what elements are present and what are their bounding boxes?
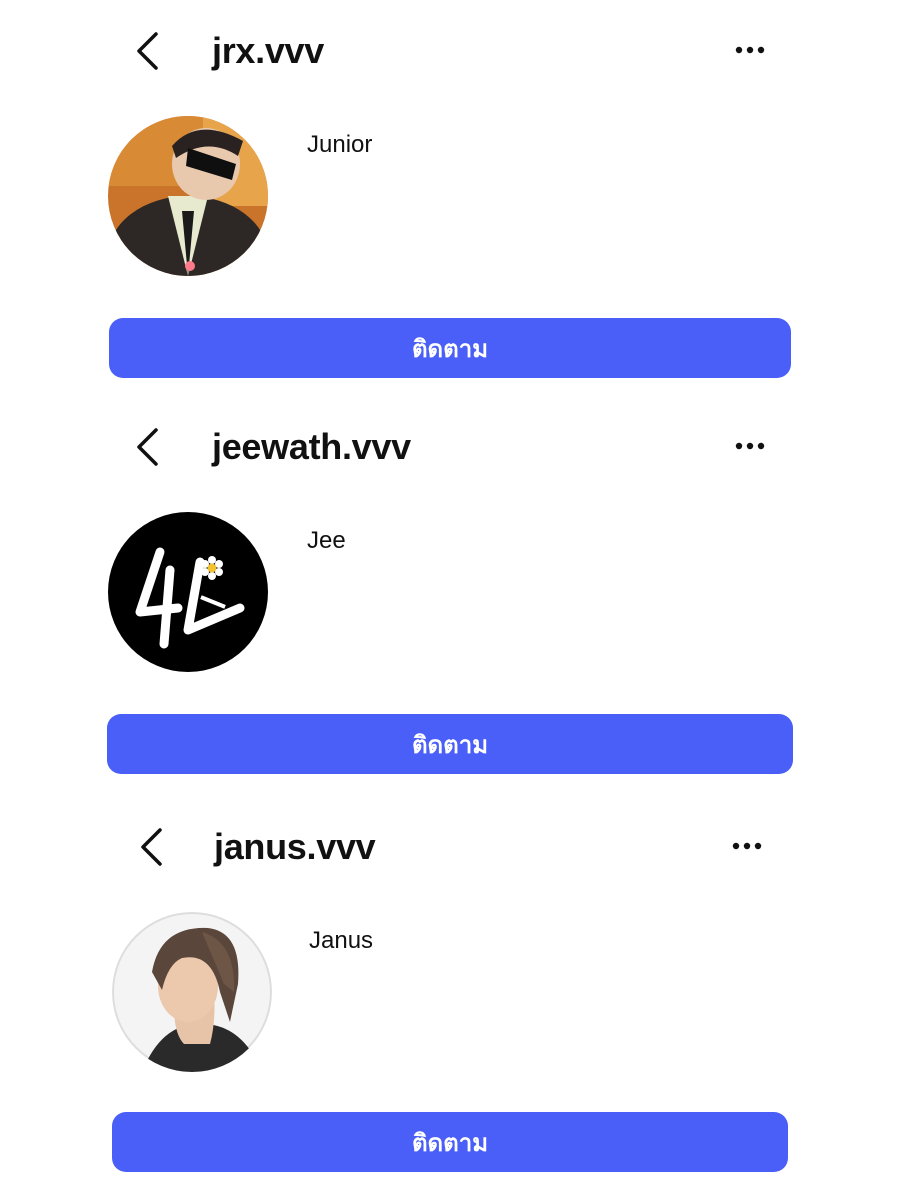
profile-header: jeewath.vvv (0, 396, 900, 496)
back-button[interactable] (128, 822, 178, 872)
profile-card-jeewath: jeewath.vvv Jee ติดตาม (0, 396, 900, 792)
avatar-logo-image (108, 512, 268, 672)
profile-header: jrx.vvv (0, 0, 900, 100)
more-options-button[interactable] (725, 426, 775, 466)
chevron-left-icon (141, 828, 162, 866)
follow-button[interactable]: ติดตาม (112, 1112, 788, 1172)
profile-username: janus.vvv (214, 826, 376, 867)
follow-button[interactable]: ติดตาม (109, 318, 791, 378)
avatar-photo-image (108, 116, 268, 276)
more-horizontal-icon (735, 46, 765, 54)
profile-display-name: Janus (309, 927, 374, 954)
profile-username: jeewath.vvv (212, 426, 411, 467)
avatar-photo-image (112, 912, 272, 1072)
more-options-button[interactable] (722, 826, 772, 866)
profile-username: jrx.vvv (212, 30, 324, 71)
profile-avatar[interactable] (112, 912, 272, 1072)
profile-card-jrx: jrx.vvv Junior ติดตาม (0, 0, 900, 396)
profile-avatar[interactable] (108, 512, 268, 672)
chevron-left-icon (137, 428, 158, 466)
profile-display-name: Junior (307, 131, 373, 158)
profile-header: janus.vvv (0, 796, 900, 896)
back-button[interactable] (124, 422, 174, 472)
back-button[interactable] (124, 26, 174, 76)
more-horizontal-icon (735, 442, 765, 450)
profile-avatar[interactable] (108, 116, 268, 276)
profile-card-janus: janus.vvv Janus ติดตาม (0, 796, 900, 1192)
profile-stack-screen: jrx.vvv Junior ติดตาม jeewath.vvv Jee ติ… (0, 0, 900, 1200)
chevron-left-icon (137, 32, 158, 70)
more-options-button[interactable] (725, 30, 775, 70)
more-horizontal-icon (732, 842, 762, 850)
profile-display-name: Jee (307, 527, 346, 554)
follow-button[interactable]: ติดตาม (107, 714, 793, 774)
